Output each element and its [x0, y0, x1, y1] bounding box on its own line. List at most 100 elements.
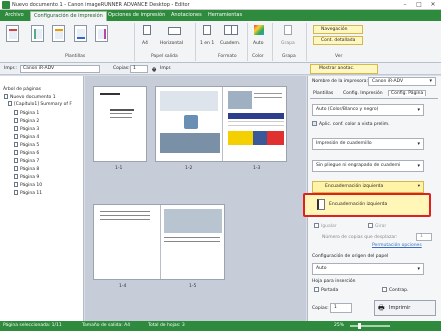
- template-thumb-4[interactable]: [74, 25, 87, 42]
- template-thumb-5[interactable]: [95, 25, 108, 42]
- tree-page-9[interactable]: Página 9: [14, 174, 39, 181]
- ribbon-divider: [306, 23, 307, 61]
- tab-config-pagina[interactable]: Config. Página: [388, 90, 427, 96]
- tree-page-label: Página 5: [20, 143, 40, 148]
- tree-page-7[interactable]: Página 7: [14, 158, 39, 165]
- ribbon-tabs: Archivo Configuración de impresión Opcio…: [0, 10, 441, 21]
- origen-select[interactable]: Auto ▾: [312, 263, 424, 275]
- print-icon[interactable]: 🖶: [152, 66, 156, 74]
- sin-pliegue-select[interactable]: Sin pliegue ni engrapado de cuaderni ▾: [312, 160, 424, 172]
- tree-page-3[interactable]: Página 3: [14, 126, 39, 133]
- tab-herramientas[interactable]: Herramientas: [205, 11, 245, 21]
- encuadernacion-callout[interactable]: Encuadernación izquierda: [303, 193, 431, 217]
- tab-opciones-impresion[interactable]: Opciones de impresión: [105, 11, 168, 21]
- cont-detallada-toggle[interactable]: Cont. detallada: [313, 36, 363, 45]
- tree-page-8[interactable]: Página 8: [14, 166, 39, 173]
- imprimir-label: Imprimir: [389, 305, 411, 311]
- layout-value[interactable]: Cuadern.: [220, 41, 240, 46]
- booklet-icon: [224, 25, 238, 35]
- tree-root-label: Nuevo documento 1: [10, 95, 56, 100]
- encuadernacion-select[interactable]: Encuadernación izquierda ▾: [312, 181, 424, 193]
- tree-page-5[interactable]: Página 5: [14, 142, 39, 149]
- printer-select-value: Canon iR-ADV: [23, 66, 55, 71]
- igualar-label: Igualar: [321, 224, 337, 229]
- template-thumb-1[interactable]: [6, 25, 19, 42]
- sin-pliegue-value: Sin pliegue ni engrapado de cuaderni: [316, 163, 401, 168]
- page-preview-1-1[interactable]: [93, 86, 147, 162]
- num-copias-label: Número de copias que desplazar:: [322, 235, 398, 240]
- toolbar: Impr.: Canon iR-ADV Copias: 1 🖶 Impr. Mo…: [0, 63, 441, 75]
- tree-page-10[interactable]: Página 10: [14, 182, 42, 189]
- navegacion-label: Navegación: [321, 27, 348, 32]
- template-thumb-3[interactable]: [52, 25, 65, 42]
- mostrar-anotac-button[interactable]: Mostrar anotac.: [310, 64, 378, 74]
- settings-tabs: Plantillas Config. Impresión Config. Pág…: [310, 89, 438, 99]
- color-icon: [254, 25, 264, 35]
- status-bar: Página seleccionada: 1/11 Tamaño de sali…: [0, 321, 441, 331]
- close-button[interactable]: ✕: [426, 0, 440, 10]
- navegacion-toggle[interactable]: Navegación: [313, 25, 363, 34]
- impresion-cuadernillo-select[interactable]: Impresión de cuadernillo ▾: [312, 138, 424, 150]
- page-spread-1-4-1-5[interactable]: [93, 204, 225, 280]
- portada-label: Portada: [321, 288, 339, 293]
- portada-checkbox[interactable]: Portada: [314, 287, 338, 293]
- printer-select[interactable]: Canon iR-ADV: [20, 65, 100, 73]
- aplic-conf-checkbox[interactable]: Aplic. conf. color a vista prelim.: [312, 121, 390, 127]
- page-tree-panel: Árbol de páginas Nuevo documento 1 [Capí…: [0, 76, 84, 321]
- tree-page-11[interactable]: Página 11: [14, 190, 42, 197]
- template-thumb-2[interactable]: [31, 25, 44, 42]
- orientation-value[interactable]: Horizontal: [160, 41, 183, 46]
- tree-page-1[interactable]: Página 1: [14, 110, 39, 117]
- tree-root[interactable]: Nuevo documento 1: [4, 94, 56, 101]
- settings-panel: Nombre de la impresora: Canon iR-ADV ▾ Pl…: [303, 76, 441, 321]
- tree-page-6[interactable]: Página 6: [14, 150, 39, 157]
- panel-copias-input[interactable]: 1: [330, 303, 352, 313]
- page-label-1-2: 1-2: [185, 166, 193, 171]
- tab-config-impresion[interactable]: Config. Impresión: [343, 91, 383, 96]
- color-value[interactable]: Auto: [253, 41, 263, 46]
- zoom-slider-handle[interactable]: [358, 323, 361, 329]
- group-formato-label: Formato: [218, 54, 237, 59]
- num-copias-input[interactable]: 1: [416, 233, 432, 241]
- config-origen-label: Configuración de origen del papel: [312, 254, 389, 259]
- status-pagina-seleccionada: Página seleccionada: 1/11: [3, 323, 62, 328]
- impresion-cuadernillo-value: Impresión de cuadernillo: [316, 141, 372, 146]
- tab-archivo[interactable]: Archivo: [2, 11, 27, 21]
- page-spread-1-2-1-3[interactable]: [155, 86, 287, 162]
- grapa-value[interactable]: Grapa: [281, 41, 295, 46]
- page-tree-header: Árbol de páginas: [3, 87, 41, 92]
- tree-page-label: Página 10: [20, 183, 43, 188]
- tree-page-2[interactable]: Página 2: [14, 118, 39, 125]
- imprimir-button[interactable]: 🖶 Imprimir: [374, 300, 436, 316]
- igualar-checkbox[interactable]: Igualar: [314, 223, 337, 229]
- tab-anotaciones[interactable]: Anotaciones: [168, 11, 205, 21]
- tab-configuracion-impresion[interactable]: Configuración de impresión: [30, 11, 107, 21]
- encuadernacion-value: Encuadernación izquierda: [325, 184, 384, 189]
- tree-chapter[interactable]: [Capítulo1] Summary of F: [8, 101, 72, 108]
- tab-plantillas[interactable]: Plantillas: [313, 91, 333, 96]
- maximize-button[interactable]: □: [412, 0, 426, 10]
- permutacion-link[interactable]: Permutación opciones: [372, 243, 422, 248]
- nup-value[interactable]: 1 en 1: [200, 41, 214, 46]
- hoja-insercion-label: Hoja para inserción: [312, 279, 356, 284]
- minimize-button[interactable]: –: [398, 0, 412, 10]
- color-mode-select[interactable]: Auto (Color/Blanco y negro) ▾: [312, 104, 424, 116]
- tree-chapter-label: [Capítulo1] Summary of F: [14, 102, 72, 107]
- left-binding-icon: [317, 199, 325, 210]
- group-color-label: Color: [252, 54, 264, 59]
- copias-input[interactable]: 1: [130, 65, 148, 73]
- page-label-1-5: 1-5: [189, 284, 197, 289]
- tree-page-4[interactable]: Página 4: [14, 134, 39, 141]
- ribbon: Plantillas A4 Horizontal Papel salida 1 …: [0, 21, 441, 63]
- chevron-down-icon: ▾: [417, 184, 420, 189]
- group-papel-salida-label: Papel salida: [151, 54, 178, 59]
- girar-checkbox[interactable]: Girar: [368, 223, 386, 229]
- zoom-slider[interactable]: [350, 323, 390, 329]
- contrap-checkbox[interactable]: Contrap.: [382, 287, 408, 293]
- aplic-conf-label: Aplic. conf. color a vista prelim.: [319, 122, 390, 127]
- paper-size-value[interactable]: A4: [142, 41, 148, 46]
- printer-name-select[interactable]: Canon iR-ADV ▾: [368, 77, 436, 86]
- tree-page-label: Página 6: [20, 151, 40, 156]
- ribbon-divider: [134, 23, 135, 61]
- impr-button[interactable]: Impr.: [160, 66, 171, 71]
